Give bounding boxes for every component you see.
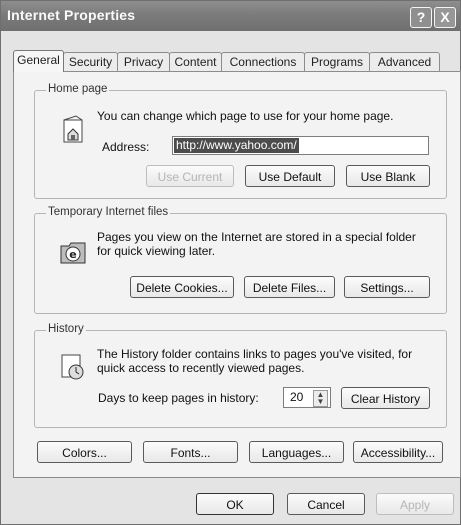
address-label: Address:	[102, 140, 150, 154]
delete-files-button[interactable]: Delete Files...	[244, 276, 335, 298]
languages-button[interactable]: Languages...	[249, 441, 344, 463]
temp-files-folder-icon: e	[58, 237, 88, 267]
tab-strip: General Security Privacy Content Connect…	[13, 50, 458, 72]
home-page-description: You can change which page to use for you…	[97, 109, 394, 123]
address-value: http://www.yahoo.com/	[174, 138, 299, 153]
tab-content[interactable]: Content	[169, 52, 222, 71]
tab-advanced[interactable]: Advanced	[369, 52, 440, 71]
days-label: Days to keep pages in history:	[98, 391, 259, 405]
cancel-button[interactable]: Cancel	[287, 493, 365, 515]
days-value: 20	[290, 390, 304, 404]
tab-programs[interactable]: Programs	[304, 52, 370, 71]
tab-general[interactable]: General	[13, 50, 64, 72]
title-bar[interactable]: Internet Properties ? X	[1, 1, 460, 31]
history-description-line1: The History folder contains links to pag…	[97, 347, 413, 361]
history-legend: History	[46, 323, 86, 335]
days-stepper[interactable]: 20 ▲ ▼	[283, 387, 331, 408]
window-title: Internet Properties	[7, 7, 136, 23]
colors-button[interactable]: Colors...	[37, 441, 132, 463]
close-button[interactable]: X	[434, 7, 456, 28]
temp-files-description-line1: Pages you view on the Internet are store…	[97, 230, 416, 244]
home-icon	[59, 114, 89, 144]
clear-history-button[interactable]: Clear History	[341, 387, 430, 409]
address-field[interactable]: http://www.yahoo.com/	[172, 136, 429, 155]
fonts-button[interactable]: Fonts...	[143, 441, 238, 463]
use-default-button[interactable]: Use Default	[245, 165, 335, 187]
tab-security[interactable]: Security	[63, 52, 118, 71]
accessibility-button[interactable]: Accessibility...	[353, 441, 443, 463]
history-description-line2: quick access to recently viewed pages.	[97, 361, 305, 375]
days-spin-icon[interactable]: ▲ ▼	[313, 390, 328, 407]
svg-text:e: e	[69, 248, 76, 261]
help-button[interactable]: ?	[410, 7, 432, 28]
history-group	[34, 330, 447, 428]
apply-button[interactable]: Apply	[376, 493, 454, 515]
tab-privacy[interactable]: Privacy	[117, 52, 170, 71]
use-current-button[interactable]: Use Current	[146, 165, 234, 187]
internet-properties-window: Internet Properties ? X General Security…	[0, 0, 461, 525]
history-icon	[58, 351, 88, 381]
delete-cookies-button[interactable]: Delete Cookies...	[130, 276, 234, 298]
temp-files-description-line2: for quick viewing later.	[97, 244, 216, 258]
tab-connections[interactable]: Connections	[221, 52, 305, 71]
ok-button[interactable]: OK	[196, 493, 274, 515]
settings-button[interactable]: Settings...	[344, 276, 430, 298]
temp-files-legend: Temporary Internet files	[46, 206, 171, 218]
use-blank-button[interactable]: Use Blank	[346, 165, 430, 187]
home-page-legend: Home page	[46, 83, 110, 95]
